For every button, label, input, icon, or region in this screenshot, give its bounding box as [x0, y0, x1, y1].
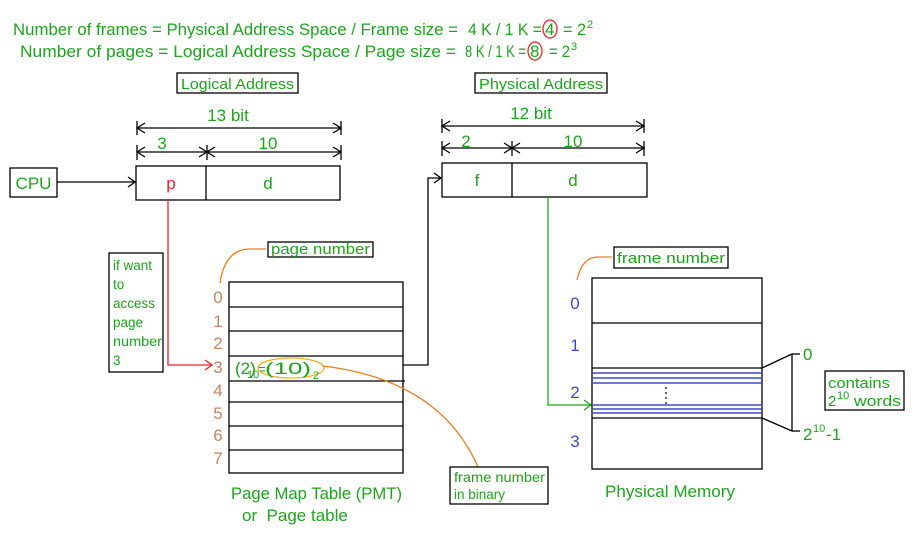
frame-label: 2: [570, 383, 579, 402]
cpu-label: CPU: [16, 174, 52, 193]
logical-address: Logical Address 13 bit 3 10 p d: [135, 72, 343, 201]
page-row-label: 5: [213, 404, 222, 423]
contains-suffix: words: [849, 393, 901, 410]
access-note-line: 3: [113, 353, 121, 368]
entry-binary: (10): [265, 359, 311, 378]
physical-memory: frame number 0 1 2 3 0 2 10 -1 contains …: [570, 246, 905, 501]
page-table-caption: Page Map Table (PMT): [231, 484, 402, 503]
frames-formula-eq: = 2: [563, 20, 586, 39]
page-row-label: 2: [213, 334, 222, 353]
frames-formula: Number of frames = Physical Address Spac…: [13, 19, 593, 39]
binary-note-line: frame number: [454, 470, 546, 485]
word-last-suffix: -1: [826, 425, 841, 444]
paging-diagram: Number of frames = Physical Address Spac…: [9, 19, 905, 525]
page-table-caption-alt: or Page table: [242, 506, 348, 525]
frame-label: 3: [570, 432, 579, 451]
frame-label: 1: [570, 336, 579, 355]
physical-address-title: Physical Address: [479, 76, 603, 93]
page-lookup-arrow: [167, 200, 214, 371]
page-number-callout-curve: [219, 248, 266, 284]
page-table: page number 0 1 2 3 4 5 6 7 (2) 10 = (10…: [213, 241, 549, 525]
frames-formula-lhs: Number of frames = Physical Address Spac…: [13, 20, 458, 39]
frame-number-callout-curve: [576, 256, 612, 281]
bracket-line: [761, 353, 793, 369]
pages-formula-exp: 3: [571, 41, 577, 53]
page-number-field: p: [166, 174, 175, 193]
pages-formula-eq: = 2: [549, 42, 570, 61]
frame-lookup-arrow: [403, 172, 443, 366]
page-row-label: 6: [213, 426, 222, 445]
access-note-line: if want: [113, 258, 152, 273]
contains-base: 2: [828, 393, 836, 410]
word-first-label: 0: [803, 345, 812, 364]
access-note-line: access: [113, 296, 155, 311]
bracket-line: [761, 417, 793, 432]
logical-p-bits: 3: [157, 134, 166, 153]
page-lookup-line: [167, 200, 212, 366]
contains-exp: 10: [837, 390, 849, 402]
frame-bracket: [761, 353, 800, 432]
logical-d-bits: 10: [259, 134, 278, 153]
page-row-label: 7: [213, 449, 222, 468]
frame-number-callout: frame number: [617, 250, 725, 267]
cpu: CPU: [9, 167, 137, 198]
physical-address-register: [441, 162, 648, 198]
page-number-callout: page number: [271, 241, 370, 258]
page-row-label: 1: [213, 312, 222, 331]
frames-formula-exp: 2: [587, 19, 593, 31]
pages-formula: Number of pages = Logical Address Space …: [20, 41, 577, 61]
binary-note-line: in binary: [454, 487, 505, 502]
physical-memory-caption: Physical Memory: [605, 482, 735, 501]
logical-total-bits: 13 bit: [207, 106, 249, 125]
physical-split-dimension: [440, 141, 646, 156]
page-row-label: 4: [213, 381, 222, 400]
entry-binary-base: 2: [313, 370, 319, 382]
pages-formula-calc: 8 K / 1 K =: [465, 42, 526, 61]
physical-offset-field: d: [568, 171, 577, 190]
access-note-line: number: [113, 334, 163, 349]
logical-address-title: Logical Address: [181, 76, 294, 93]
pages-formula-lhs: Number of pages = Logical Address Space …: [20, 42, 456, 61]
word-last-exp: 10: [813, 423, 825, 435]
access-note-line: page: [113, 315, 143, 330]
page-row-label: 3: [213, 358, 222, 377]
page-row-label: 0: [213, 288, 222, 307]
frames-formula-calc: 4 K / 1 K =: [468, 20, 542, 39]
word-last-base: 2: [803, 425, 812, 444]
physical-total-bits: 12 bit: [510, 104, 552, 123]
frame-lookup-line: [403, 177, 441, 366]
access-note: if want to access page number 3: [108, 252, 164, 373]
physical-address: Physical Address 12 bit 2 10 f d: [440, 72, 648, 198]
frame-number-field: f: [475, 171, 480, 190]
access-note-line: to: [113, 277, 124, 292]
frame-label: 0: [570, 294, 579, 313]
logical-split-dimension: [135, 145, 343, 160]
logical-offset-field: d: [263, 174, 272, 193]
